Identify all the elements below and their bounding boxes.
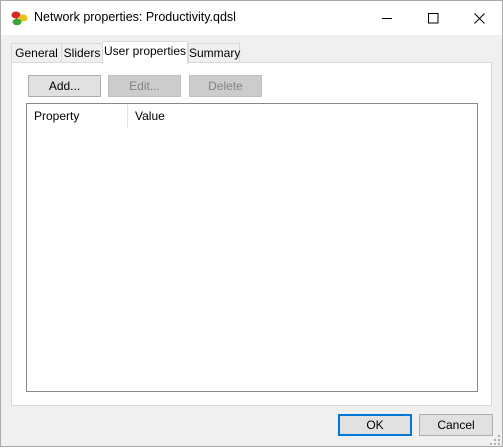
tab-user-properties[interactable]: User properties — [102, 41, 188, 64]
tab-sliders[interactable]: Sliders — [61, 43, 103, 63]
close-button[interactable] — [456, 1, 502, 35]
column-header-property[interactable]: Property — [27, 104, 128, 128]
maximize-button[interactable] — [410, 1, 456, 35]
properties-list[interactable]: Property Value — [26, 103, 478, 392]
window-title: Network properties: Productivity.qdsl — [34, 10, 236, 24]
user-properties-panel: Add... Edit... Delete Property Value — [11, 62, 492, 406]
tab-summary[interactable]: Summary — [188, 43, 240, 63]
tab-general[interactable]: General — [11, 43, 62, 63]
maximize-icon — [427, 12, 439, 24]
column-header-value[interactable]: Value — [128, 104, 248, 128]
title-bar[interactable]: Network properties: Productivity.qdsl — [1, 1, 502, 35]
close-icon — [473, 12, 485, 24]
minimize-button[interactable] — [364, 1, 410, 35]
resize-grip-icon[interactable] — [490, 434, 500, 445]
network-graph-icon — [11, 10, 29, 26]
add-button[interactable]: Add... — [28, 75, 101, 97]
ok-button[interactable]: OK — [338, 414, 412, 436]
delete-button[interactable]: Delete — [189, 75, 262, 97]
dialog-window: Network properties: Productivity.qdsl Ge… — [0, 0, 503, 447]
list-header: Property Value — [27, 104, 477, 128]
minimize-icon — [381, 13, 393, 24]
tab-strip: General Sliders User properties Summary — [11, 41, 491, 64]
cancel-button[interactable]: Cancel — [419, 414, 493, 436]
edit-button[interactable]: Edit... — [108, 75, 181, 97]
